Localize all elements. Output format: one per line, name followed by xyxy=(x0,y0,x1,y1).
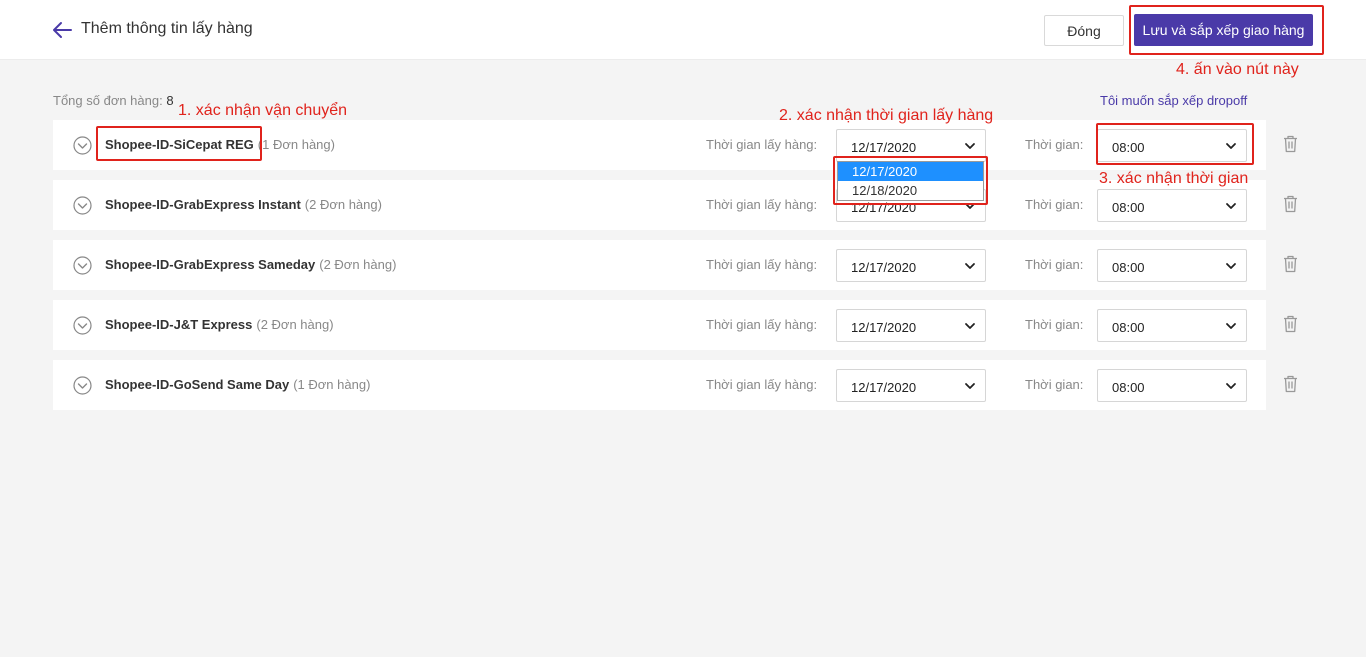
top-bar: Thêm thông tin lấy hàng Đóng Lưu và sắp … xyxy=(0,0,1366,60)
time-value: 08:00 xyxy=(1112,140,1145,155)
carrier-label: Shopee-ID-J&T Express xyxy=(105,317,253,332)
chevron-down-icon xyxy=(1226,143,1236,149)
shipment-row: Shopee-ID-GrabExpress Sameday (2 Đơn hàng… xyxy=(53,240,1297,290)
dropdown-option[interactable]: 12/17/2020 xyxy=(838,162,983,181)
carrier-name: Shopee-ID-GoSend Same Day (1 Đơn hàng) xyxy=(105,377,370,392)
pickup-date-value: 12/17/2020 xyxy=(851,320,917,335)
carrier-name: Shopee-ID-J&T Express (2 Đơn hàng) xyxy=(105,317,334,332)
carrier-label: Shopee-ID-SiCepat REG xyxy=(105,137,254,152)
trash-icon[interactable] xyxy=(1283,255,1298,273)
shipment-row: Shopee-ID-GrabExpress Instant (2 Đơn hàng… xyxy=(53,180,1297,230)
carrier-label: Shopee-ID-GoSend Same Day xyxy=(105,377,290,392)
shipment-row: Shopee-ID-SiCepat REG (1 Đơn hàng) Thời g… xyxy=(53,120,1297,170)
chevron-down-icon xyxy=(965,323,975,329)
annotation-step-3: 3. xác nhận thời gian xyxy=(1099,170,1249,187)
time-label: Thời gian: xyxy=(1025,317,1084,332)
pickup-date-value: 12/17/2020 xyxy=(851,380,917,395)
pickup-date-label: Thời gian lấy hàng: xyxy=(706,137,818,152)
dropdown-option[interactable]: 12/18/2020 xyxy=(838,181,983,200)
page-title: Thêm thông tin lấy hàng xyxy=(81,20,253,37)
trash-icon[interactable] xyxy=(1283,375,1298,393)
pickup-date-value: 12/17/2020 xyxy=(851,140,917,155)
time-select[interactable]: 08:00 xyxy=(1097,369,1247,402)
shipment-row: Shopee-ID-GoSend Same Day (1 Đơn hàng) Th… xyxy=(53,360,1297,410)
chevron-down-icon xyxy=(965,383,975,389)
shipment-row: Shopee-ID-J&T Express (2 Đơn hàng) Thời g… xyxy=(53,300,1297,350)
trash-icon[interactable] xyxy=(1283,315,1298,333)
chevron-down-icon xyxy=(1226,203,1236,209)
chevron-down-icon xyxy=(1226,263,1236,269)
time-select[interactable]: 08:00 xyxy=(1097,189,1247,222)
chevron-down-icon xyxy=(965,143,975,149)
pickup-date-label: Thời gian lấy hàng: xyxy=(706,257,818,272)
close-button[interactable]: Đóng xyxy=(1044,15,1124,46)
time-value: 08:00 xyxy=(1112,260,1145,275)
total-orders-label: Tổng số đơn hàng: xyxy=(53,93,163,108)
time-select[interactable]: 08:00 xyxy=(1097,309,1247,342)
chevron-down-icon[interactable] xyxy=(73,256,92,275)
carrier-label: Shopee-ID-GrabExpress Instant xyxy=(105,197,301,212)
pickup-date-select[interactable]: 12/17/2020 xyxy=(836,369,986,402)
dropoff-link[interactable]: Tôi muốn sắp xếp dropoff xyxy=(1100,93,1247,108)
order-count: (2 Đơn hàng) xyxy=(319,257,397,272)
pickup-date-value: 12/17/2020 xyxy=(851,260,917,275)
time-label: Thời gian: xyxy=(1025,377,1084,392)
order-count: (2 Đơn hàng) xyxy=(256,317,334,332)
chevron-down-icon[interactable] xyxy=(73,196,92,215)
total-orders: Tổng số đơn hàng: 8 xyxy=(53,93,174,108)
order-count: (2 Đơn hàng) xyxy=(304,197,382,212)
annotation-step-4: 4. ấn vào nút này xyxy=(1176,61,1299,78)
time-label: Thời gian: xyxy=(1025,137,1084,152)
pickup-date-select[interactable]: 12/17/2020 xyxy=(836,309,986,342)
carrier-name: Shopee-ID-GrabExpress Instant (2 Đơn hàng… xyxy=(105,197,382,212)
pickup-date-label: Thời gian lấy hàng: xyxy=(706,317,818,332)
carrier-label: Shopee-ID-GrabExpress Sameday xyxy=(105,257,316,272)
order-count: (1 Đơn hàng) xyxy=(293,377,371,392)
total-orders-value: 8 xyxy=(166,93,174,108)
pickup-date-dropdown-list[interactable]: 12/17/2020 12/18/2020 xyxy=(837,161,984,201)
time-value: 08:00 xyxy=(1112,200,1145,215)
chevron-down-icon xyxy=(1226,383,1236,389)
chevron-down-icon xyxy=(965,203,975,209)
chevron-down-icon[interactable] xyxy=(73,376,92,395)
trash-icon[interactable] xyxy=(1283,195,1298,213)
pickup-date-label: Thời gian lấy hàng: xyxy=(706,377,818,392)
chevron-down-icon xyxy=(1226,323,1236,329)
time-value: 08:00 xyxy=(1112,320,1145,335)
order-count: (1 Đơn hàng) xyxy=(257,137,335,152)
trash-icon[interactable] xyxy=(1283,135,1298,153)
carrier-name: Shopee-ID-GrabExpress Sameday (2 Đơn hàng… xyxy=(105,257,396,272)
time-label: Thời gian: xyxy=(1025,197,1084,212)
pickup-date-value: 12/17/2020 xyxy=(851,200,917,215)
pickup-date-select[interactable]: 12/17/2020 xyxy=(836,249,986,282)
annotation-step-2: 2. xác nhận thời gian lấy hàng xyxy=(779,107,994,124)
time-value: 08:00 xyxy=(1112,380,1145,395)
annotation-step-1: 1. xác nhận vận chuyển xyxy=(178,102,348,119)
chevron-down-icon[interactable] xyxy=(73,316,92,335)
carrier-name: Shopee-ID-SiCepat REG (1 Đơn hàng) xyxy=(105,137,335,152)
time-label: Thời gian: xyxy=(1025,257,1084,272)
save-and-arrange-button[interactable]: Lưu và sắp xếp giao hàng xyxy=(1134,14,1313,46)
chevron-down-icon xyxy=(965,263,975,269)
pickup-date-select[interactable]: 12/17/2020 xyxy=(836,129,986,162)
arrow-left-icon[interactable] xyxy=(51,19,73,41)
pickup-date-label: Thời gian lấy hàng: xyxy=(706,197,818,212)
time-select[interactable]: 08:00 xyxy=(1097,249,1247,282)
chevron-down-icon[interactable] xyxy=(73,136,92,155)
time-select[interactable]: 08:00 xyxy=(1097,129,1247,162)
